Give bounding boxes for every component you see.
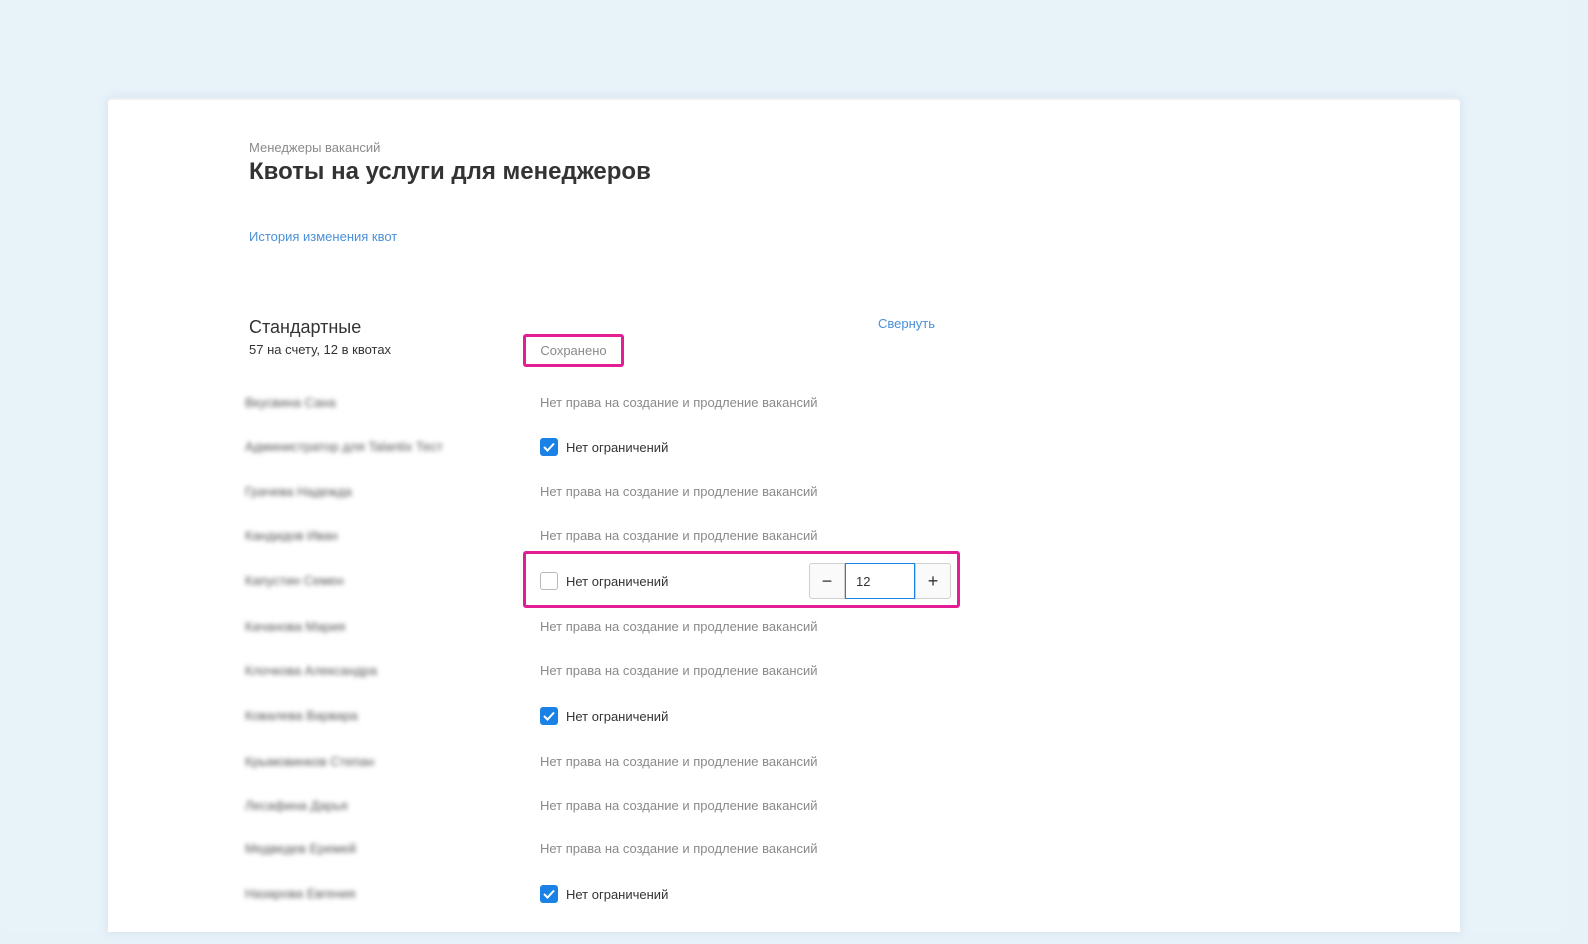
section-title: Стандартные (249, 317, 362, 337)
unlimited-label: Нет ограничений (566, 886, 669, 902)
manager-row: Администратор для Talantix Тест Нет огра… (108, 432, 1460, 462)
quota-stepper: − + (809, 563, 951, 599)
quota-history-link[interactable]: История изменения квот (249, 229, 397, 244)
page-title: Квоты на услуги для менеджеров (249, 158, 651, 185)
saved-status-badge: Сохранено (523, 334, 624, 367)
no-rights-text: Нет права на создание и продление ваканс… (540, 484, 818, 499)
manager-row: Грачева Надежда Нет права на создание и … (108, 477, 1460, 507)
no-rights-text: Нет права на создание и продление ваканс… (540, 528, 818, 543)
decrement-button[interactable]: − (809, 563, 845, 599)
manager-name: Вкусвина Сана (245, 395, 336, 410)
manager-name: Крымовинков Степан (245, 754, 375, 769)
checkbox-checked[interactable] (540, 438, 558, 456)
quota-input[interactable] (845, 563, 915, 599)
manager-name: Медведев Еремей (245, 841, 357, 856)
no-rights-text: Нет права на создание и продление ваканс… (540, 841, 818, 856)
check-icon (543, 442, 555, 452)
collapse-link[interactable]: Свернуть (878, 316, 935, 331)
manager-row: Крымовинков Степан Нет права на создание… (108, 747, 1460, 777)
unlimited-label: Нет ограничений (566, 439, 669, 455)
no-rights-text: Нет права на создание и продление ваканс… (540, 754, 818, 769)
manager-name: Качанова Мария (245, 619, 346, 634)
unlimited-label: Нет ограничений (566, 708, 669, 724)
manager-name: Администратор для Talantix Тест (245, 439, 443, 454)
quota-card: Менеджеры вакансий Квоты на услуги для м… (108, 98, 1460, 932)
unlimited-checkbox[interactable]: Нет ограничений (540, 437, 668, 457)
manager-name: Назарова Евгения (245, 886, 356, 901)
unlimited-checkbox[interactable]: Нет ограничений (540, 884, 668, 904)
check-icon (543, 711, 555, 721)
unlimited-checkbox[interactable]: Нет ограничений (540, 706, 668, 726)
manager-row: Вкусвина Сана Нет права на создание и пр… (108, 388, 1460, 418)
manager-row: Назарова Евгения Нет ограничений (108, 879, 1460, 909)
no-rights-text: Нет права на создание и продление ваканс… (540, 395, 818, 410)
manager-name: Кандидов Иван (245, 528, 338, 543)
section-summary: 57 на счету, 12 в квотах (249, 342, 392, 357)
breadcrumb[interactable]: Менеджеры вакансий (249, 140, 380, 155)
manager-name: Лесафина Дарья (245, 798, 348, 813)
manager-row: Клочкова Александра Нет права на создани… (108, 656, 1460, 686)
no-rights-text: Нет права на создание и продление ваканс… (540, 619, 818, 634)
no-rights-text: Нет права на создание и продление ваканс… (540, 663, 818, 678)
manager-name: Грачева Надежда (245, 484, 352, 499)
manager-row: Медведев Еремей Нет права на создание и … (108, 834, 1460, 864)
checkbox-checked[interactable] (540, 885, 558, 903)
check-icon (543, 889, 555, 899)
screen-background: Менеджеры вакансий Квоты на услуги для м… (0, 0, 1568, 932)
manager-row: Ковалева Варвара Нет ограничений (108, 701, 1460, 731)
manager-name: Клочкова Александра (245, 663, 377, 678)
manager-row: Лесафина Дарья Нет права на создание и п… (108, 791, 1460, 821)
checkbox-checked[interactable] (540, 707, 558, 725)
no-rights-text: Нет права на создание и продление ваканс… (540, 798, 818, 813)
manager-name: Ковалева Варвара (245, 708, 358, 723)
manager-name: Капустин Семен (245, 573, 344, 588)
manager-row: Кандидов Иван Нет права на создание и пр… (108, 521, 1460, 551)
manager-row: Качанова Мария Нет права на создание и п… (108, 612, 1460, 642)
increment-button[interactable]: + (915, 563, 951, 599)
